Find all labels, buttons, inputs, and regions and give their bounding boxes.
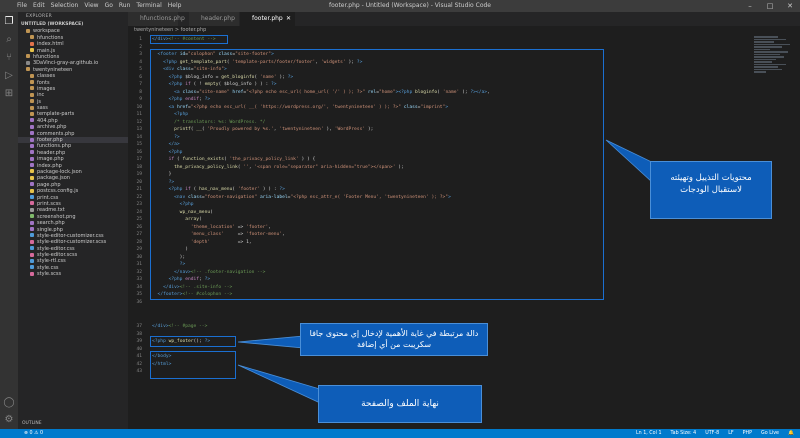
callout-footer-content: محتويات التذييل وتهيئته لاستقبال الودجات: [650, 161, 772, 219]
callout-end-of-file: نهاية الملف والصفحة: [318, 385, 482, 423]
indentation[interactable]: Tab Size: 4: [671, 429, 697, 438]
status-bar: ⊗ 0 ⚠ 0 Ln 1, Col 1 Tab Size: 4 UTF-8 LF…: [0, 429, 800, 438]
go-live-button[interactable]: Go Live: [761, 429, 779, 438]
callout-pointers: [237, 139, 663, 403]
encoding[interactable]: UTF-8: [705, 429, 719, 438]
cursor-position[interactable]: Ln 1, Col 1: [636, 429, 662, 438]
bell-icon[interactable]: 🔔: [788, 429, 794, 438]
end-of-line[interactable]: LF: [728, 429, 733, 438]
callout-wp-footer: دالة مرتبطة في غاية الأهمية لإدخال إي مح…: [300, 323, 488, 356]
problems-indicator[interactable]: ⊗ 0 ⚠ 0: [24, 429, 43, 438]
language-mode[interactable]: PHP: [743, 429, 752, 438]
